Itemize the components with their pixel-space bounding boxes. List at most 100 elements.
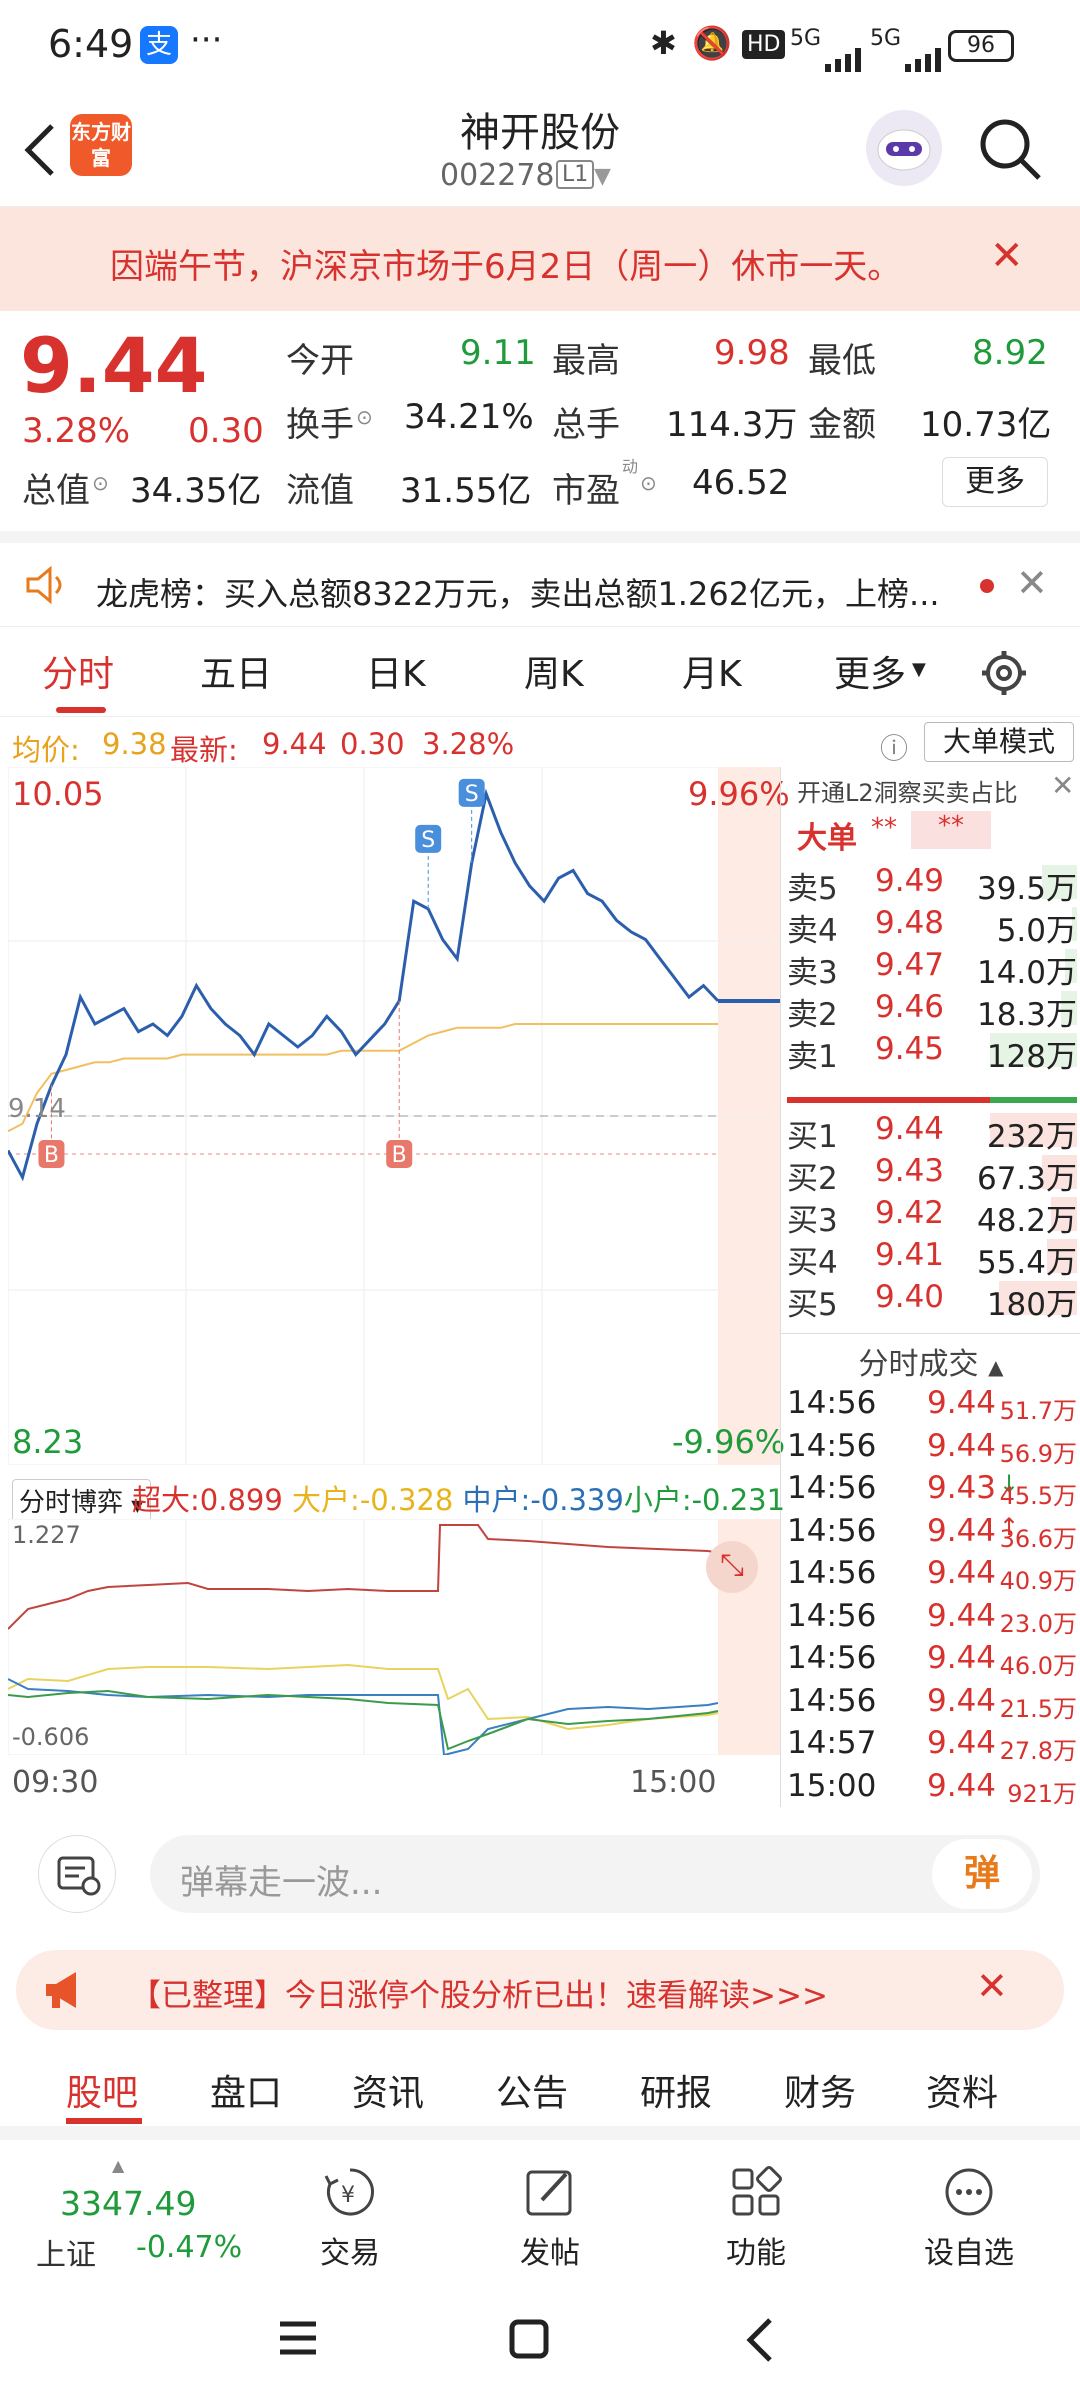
level-volume: 14.0万 xyxy=(976,955,1077,991)
ask-level-row[interactable]: 卖4 9.48 5.0万 xyxy=(787,903,1077,949)
tab-guba[interactable]: 股吧 xyxy=(66,2064,138,2116)
chevron-down-icon[interactable]: ▼ xyxy=(912,659,926,680)
trade-time: 14:56 xyxy=(787,1597,877,1634)
tab-intraday[interactable]: 分时 xyxy=(42,645,114,695)
pe-label: 市盈 xyxy=(552,471,620,511)
function-button[interactable]: 功能 xyxy=(706,2164,806,2272)
back-nav-icon[interactable] xyxy=(740,2316,780,2364)
bid-level-row[interactable]: 买4 9.41 55.4万 xyxy=(787,1235,1077,1281)
intraday-chart[interactable]: B B S S 10.05 8.23 9.96% -9.96% 9.14 xyxy=(6,766,790,1466)
latest-pct: 3.28% xyxy=(422,727,515,761)
trade-row: 14:56 9.44 56.9万 xyxy=(787,1426,1077,1468)
close-icon[interactable]: ✕ xyxy=(1016,561,1048,605)
info-icon[interactable]: ⊙ xyxy=(356,405,373,429)
dragon-tiger-bar[interactable]: 龙虎榜：买入总额8322万元，卖出总额1.262亿元，上榜... ✕ xyxy=(0,531,1080,627)
trades-title[interactable]: 分时成交 ▲ xyxy=(781,1333,1080,1383)
trade-time: 14:56 xyxy=(787,1470,877,1506)
promo-banner[interactable]: 【已整理】今日涨停个股分析已出！速看解读>>> ✕ xyxy=(16,1950,1064,2030)
bid-level-row[interactable]: 买2 9.43 67.3万 xyxy=(787,1151,1077,1197)
danmu-settings-icon[interactable] xyxy=(38,1835,116,1913)
post-button[interactable]: 发帖 xyxy=(500,2164,600,2272)
open-value: 9.11 xyxy=(460,333,536,373)
unread-dot xyxy=(980,579,994,593)
tab-profile[interactable]: 资料 xyxy=(926,2064,998,2116)
index-ticker[interactable]: ▲ 3347.49 上证 -0.47% xyxy=(0,2154,270,2276)
level-badge[interactable]: L1 xyxy=(556,160,595,189)
dragon-tiger-text: 龙虎榜：买入总额8322万元，卖出总额1.262亿元，上榜... xyxy=(96,575,940,613)
trade-price: 9.44 xyxy=(927,1597,997,1634)
close-icon[interactable]: ✕ xyxy=(990,233,1024,279)
settings-gear-icon[interactable] xyxy=(980,649,1028,697)
level-price: 9.46 xyxy=(875,989,945,1025)
trade-price: 9.44 xyxy=(927,1385,997,1421)
bluetooth-icon: ✱ xyxy=(650,24,677,62)
robot-assistant-icon[interactable] xyxy=(866,110,942,186)
tab-research[interactable]: 研报 xyxy=(640,2064,712,2116)
flow-min-label: -0.606 xyxy=(12,1723,90,1751)
ask-level-row[interactable]: 卖3 9.47 14.0万 xyxy=(787,945,1077,991)
danmu-send-button[interactable]: 弹 xyxy=(932,1839,1032,1909)
super-label: 超大: xyxy=(132,1483,200,1517)
flow-selector[interactable]: 分时博弈 ▼ xyxy=(12,1479,151,1522)
bid-level-row[interactable]: 买3 9.42 48.2万 xyxy=(787,1193,1077,1239)
trade-time: 14:56 xyxy=(787,1640,877,1676)
trade-marker-label: B xyxy=(392,1143,407,1168)
expand-icon[interactable]: ⤡ xyxy=(706,1541,758,1593)
mute-icon: 🔕 xyxy=(692,24,732,62)
mktcap-label: 总值 xyxy=(22,471,90,511)
ask-level-row[interactable]: 卖1 9.45 128万 xyxy=(787,1029,1077,1075)
close-icon[interactable]: ✕ xyxy=(1051,769,1074,802)
level-volume: 128万 xyxy=(986,1039,1077,1075)
trade-volume: 40.9万 xyxy=(999,1567,1077,1595)
big-order-mode-button[interactable]: 大单模式 xyxy=(924,722,1074,762)
tab-more[interactable]: 更多 xyxy=(834,645,906,695)
function-label: 功能 xyxy=(726,2236,786,2271)
chevron-up-icon: ▲ xyxy=(988,1355,1004,1379)
super-value: 0.899 xyxy=(199,1483,283,1517)
app-logo[interactable]: 东方财富 xyxy=(70,114,132,176)
trade-row: 15:00 9.44 921万 xyxy=(787,1766,1077,1808)
trade-marker-label: S xyxy=(465,782,479,807)
change-value: 0.30 xyxy=(188,411,264,451)
big-order-label: 大单 xyxy=(797,821,857,856)
trade-volume: 46.0万 xyxy=(999,1652,1077,1680)
back-icon[interactable] xyxy=(20,120,60,180)
trade-button[interactable]: ¥ 交易 xyxy=(300,2164,400,2272)
tab-five-day[interactable]: 五日 xyxy=(200,645,272,695)
turnover-value: 34.21% xyxy=(404,397,534,437)
ask-level-row[interactable]: 卖2 9.46 18.3万 xyxy=(787,987,1077,1033)
menu-icon[interactable] xyxy=(276,2318,320,2358)
level-price: 9.45 xyxy=(875,1031,945,1067)
add-watchlist-button[interactable]: 设自选 xyxy=(914,2164,1024,2272)
tab-finance[interactable]: 财务 xyxy=(784,2064,856,2116)
home-icon[interactable] xyxy=(508,2318,552,2362)
tab-news[interactable]: 资讯 xyxy=(352,2064,424,2116)
fund-flow-panel[interactable]: 分时博弈 ▼ 超大:0.899 大户:-0.328 中户:-0.339小户:-0… xyxy=(8,1465,785,1755)
info-icon[interactable]: ⊙ xyxy=(92,471,109,495)
danmu-input[interactable]: 弹幕走一波... 弹 xyxy=(150,1835,1040,1913)
ask-level-row[interactable]: 卖5 9.49 39.5万 xyxy=(787,861,1077,907)
chart-period-tabs: 分时 五日 日K 周K 月K 更多 ▼ xyxy=(0,627,1080,717)
chevron-down-icon[interactable]: ▼ xyxy=(594,164,611,189)
tab-pankou[interactable]: 盘口 xyxy=(210,2064,282,2116)
flow-max-label: 1.227 xyxy=(12,1521,81,1549)
tab-announcements[interactable]: 公告 xyxy=(496,2064,568,2116)
close-icon[interactable]: ✕ xyxy=(976,1964,1008,2008)
more-button[interactable]: 更多 xyxy=(942,457,1048,507)
tab-daily-k[interactable]: 日K xyxy=(366,645,426,695)
trade-row: 14:56 9.44 21.5万 xyxy=(787,1681,1077,1723)
danmu-placeholder: 弹幕走一波... xyxy=(180,1863,383,1903)
tab-monthly-k[interactable]: 月K xyxy=(682,645,742,695)
speaker-icon xyxy=(26,565,62,605)
info-icon[interactable]: ⊙ xyxy=(640,471,657,495)
bid-level-row[interactable]: 买1 9.44 232万 xyxy=(787,1109,1077,1155)
tab-weekly-k[interactable]: 周K xyxy=(524,645,584,695)
bid-level-row[interactable]: 买5 9.40 180万 xyxy=(787,1277,1077,1323)
level-price: 9.41 xyxy=(875,1237,945,1273)
level-label: 卖4 xyxy=(787,913,838,949)
trade-row: 14:56 9.44 46.0万 xyxy=(787,1638,1077,1680)
search-icon[interactable] xyxy=(975,114,1045,184)
help-icon[interactable]: ⓘ xyxy=(880,727,908,767)
high-label: 最高 xyxy=(552,341,620,381)
l2-promo-text[interactable]: 开通L2洞察买卖占比 xyxy=(797,773,1018,808)
